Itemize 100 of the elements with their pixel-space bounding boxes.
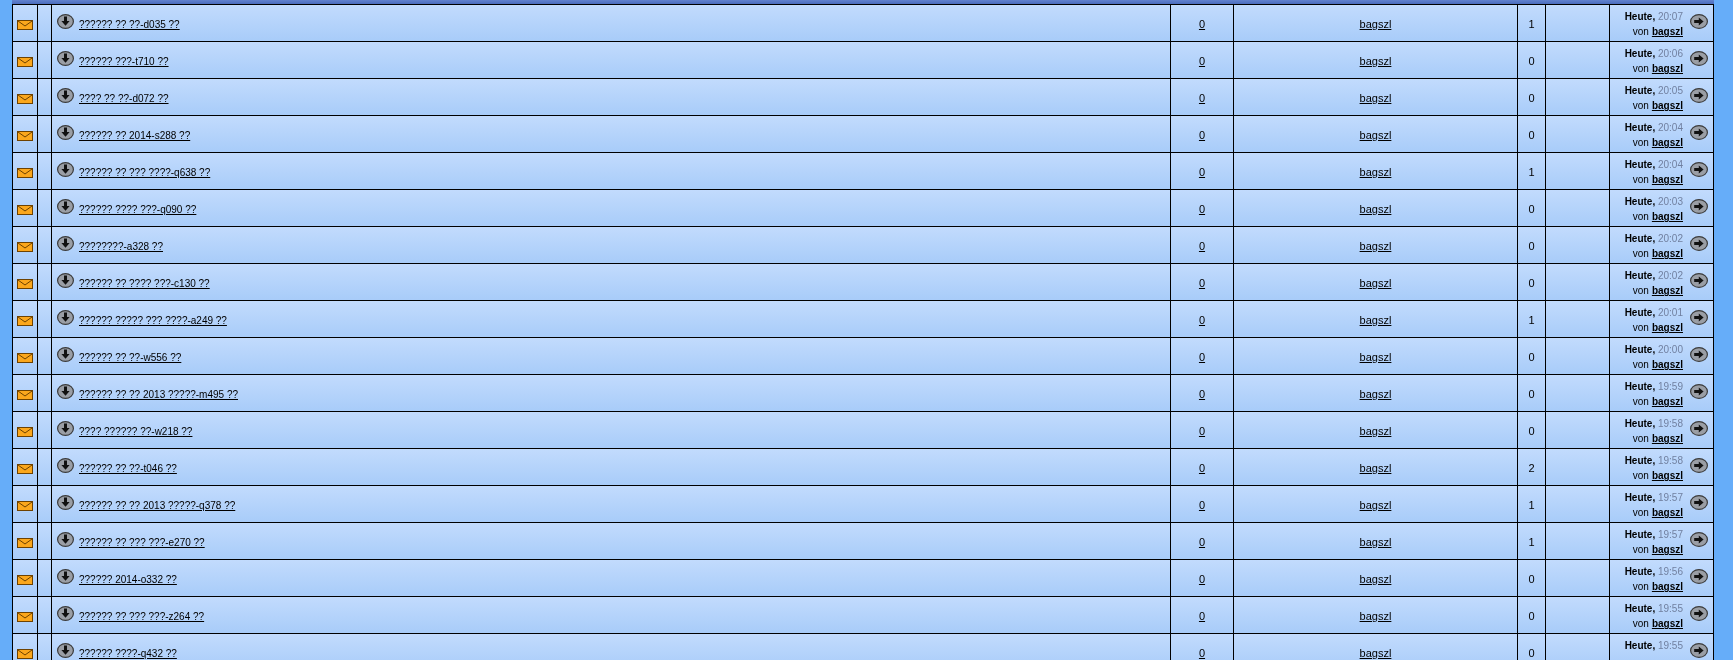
author-link[interactable]: bagszl bbox=[1359, 536, 1392, 548]
view-count: 0 bbox=[1528, 55, 1535, 67]
table-cell bbox=[1546, 264, 1609, 300]
reply-count-link[interactable]: 0 bbox=[1198, 55, 1206, 67]
by-label: von bbox=[1632, 247, 1649, 261]
reply-count-link[interactable]: 0 bbox=[1198, 425, 1206, 437]
thread-title-link[interactable]: ?????? ?? ??-t046 ?? bbox=[79, 463, 177, 474]
author-link[interactable]: bagszl bbox=[1359, 351, 1392, 363]
envelope-icon bbox=[17, 205, 33, 215]
last-poster-link[interactable]: bagszl bbox=[1651, 246, 1683, 261]
view-count: 0 bbox=[1528, 610, 1535, 622]
thread-title-link[interactable]: ?????? ???-t710 ?? bbox=[79, 56, 169, 67]
last-poster-link[interactable]: bagszl bbox=[1651, 320, 1683, 335]
last-poster-link[interactable]: bagszl bbox=[1651, 283, 1683, 298]
author-link[interactable]: bagszl bbox=[1359, 92, 1392, 104]
reply-count-link[interactable]: 0 bbox=[1198, 129, 1206, 141]
table-cell bbox=[38, 338, 51, 374]
reply-count-link[interactable]: 0 bbox=[1198, 647, 1206, 659]
author-link[interactable]: bagszl bbox=[1359, 203, 1392, 215]
thread-title-link[interactable]: ?????? ?? ???? ???-c130 ?? bbox=[79, 278, 210, 289]
thread-title-link[interactable]: ?????? ?? ??? ????-q638 ?? bbox=[79, 167, 211, 178]
thread-title-link[interactable]: ???? ?????? ??-w218 ?? bbox=[79, 426, 193, 437]
reply-count-link[interactable]: 0 bbox=[1198, 388, 1206, 400]
reply-count-link[interactable]: 0 bbox=[1198, 314, 1206, 326]
by-label: von bbox=[1632, 617, 1649, 631]
table-cell bbox=[1546, 523, 1609, 559]
reply-count-link[interactable]: 0 bbox=[1198, 277, 1206, 289]
author-link[interactable]: bagszl bbox=[1359, 462, 1392, 474]
author-link[interactable]: bagszl bbox=[1359, 425, 1392, 437]
last-poster-link[interactable]: bagszl bbox=[1651, 394, 1683, 409]
envelope-icon bbox=[17, 279, 33, 289]
reply-count-link[interactable]: 0 bbox=[1198, 240, 1206, 252]
last-poster-link[interactable]: bagszl bbox=[1651, 135, 1683, 150]
table-cell bbox=[1546, 597, 1609, 633]
thread-title-link[interactable]: ????????-a328 ?? bbox=[79, 241, 163, 252]
last-poster-link[interactable]: bagszl bbox=[1651, 24, 1683, 39]
thread-title-link[interactable]: ?????? ?? ??-w556 ?? bbox=[79, 352, 182, 363]
reply-count-link[interactable]: 0 bbox=[1198, 462, 1206, 474]
reply-count-link[interactable]: 0 bbox=[1198, 166, 1206, 178]
table-cell bbox=[1546, 153, 1609, 189]
last-poster-link[interactable]: bagszl bbox=[1651, 98, 1683, 113]
reply-count-link[interactable]: 0 bbox=[1198, 610, 1206, 622]
last-poster-link[interactable]: bagszl bbox=[1651, 468, 1683, 483]
by-label: von bbox=[1632, 358, 1649, 372]
last-post-date: Heute, 19:57 bbox=[1624, 528, 1683, 542]
table-cell bbox=[1546, 42, 1609, 78]
reply-count-link[interactable]: 0 bbox=[1198, 351, 1206, 363]
table-cell bbox=[1546, 412, 1609, 448]
last-post-date: Heute, 20:04 bbox=[1624, 121, 1683, 135]
table-cell bbox=[38, 560, 51, 596]
thread-title-link[interactable]: ?????? ?? ??-d035 ?? bbox=[79, 19, 180, 30]
last-poster-link[interactable]: bagszl bbox=[1651, 431, 1683, 446]
thread-title-link[interactable]: ?????? ?? ??? ???-e270 ?? bbox=[79, 537, 205, 548]
last-poster-link[interactable]: bagszl bbox=[1651, 579, 1683, 594]
author-link[interactable]: bagszl bbox=[1359, 55, 1392, 67]
thread-title-link[interactable]: ?????? ???? ???-q090 ?? bbox=[79, 204, 197, 215]
author-link[interactable]: bagszl bbox=[1359, 240, 1392, 252]
reply-count-link[interactable]: 0 bbox=[1198, 536, 1206, 548]
table-cell bbox=[1546, 190, 1609, 226]
thread-title-link[interactable]: ?????? ????? ??? ????-a249 ?? bbox=[79, 315, 227, 326]
view-count: 0 bbox=[1528, 92, 1535, 104]
by-label: von bbox=[1632, 580, 1649, 594]
thread-title-link[interactable]: ?????? ????-q432 ?? bbox=[79, 648, 177, 659]
author-link[interactable]: bagszl bbox=[1359, 314, 1392, 326]
thread-title-link[interactable]: ?????? ?? ??? ???-z264 ?? bbox=[79, 611, 205, 622]
author-link[interactable]: bagszl bbox=[1359, 388, 1392, 400]
thread-title-link[interactable]: ?????? ?? 2014-s288 ?? bbox=[79, 130, 191, 141]
last-poster-link[interactable]: bagszl bbox=[1651, 172, 1683, 187]
author-link[interactable]: bagszl bbox=[1359, 277, 1392, 289]
envelope-icon bbox=[17, 427, 33, 437]
last-post-date: Heute, 19:56 bbox=[1624, 565, 1683, 579]
author-link[interactable]: bagszl bbox=[1359, 129, 1392, 141]
thread-title-link[interactable]: ?????? ?? ?? 2013 ?????-q378 ?? bbox=[79, 500, 236, 511]
thread-title-link[interactable]: ???? ?? ??-d072 ?? bbox=[79, 93, 169, 104]
reply-count-link[interactable]: 0 bbox=[1198, 203, 1206, 215]
last-poster-link[interactable]: bagszl bbox=[1651, 542, 1683, 557]
author-link[interactable]: bagszl bbox=[1359, 573, 1392, 585]
thread-title-link[interactable]: ?????? ?? ?? 2013 ?????-m495 ?? bbox=[79, 389, 239, 400]
reply-count-link[interactable]: 0 bbox=[1198, 92, 1206, 104]
last-poster-link[interactable]: bagszl bbox=[1651, 357, 1683, 372]
author-link[interactable]: bagszl bbox=[1359, 18, 1392, 30]
last-poster-link[interactable]: bagszl bbox=[1651, 209, 1683, 224]
last-poster-link[interactable]: bagszl bbox=[1651, 505, 1683, 520]
author-link[interactable]: bagszl bbox=[1359, 499, 1392, 511]
author-link[interactable]: bagszl bbox=[1359, 610, 1392, 622]
last-poster-link[interactable]: bagszl bbox=[1651, 616, 1683, 631]
reply-count-link[interactable]: 0 bbox=[1198, 18, 1206, 30]
author-link[interactable]: bagszl bbox=[1359, 647, 1392, 659]
by-label: von bbox=[1632, 62, 1649, 76]
thread-title-link[interactable]: ?????? 2014-o332 ?? bbox=[79, 574, 177, 585]
view-count: 0 bbox=[1528, 351, 1535, 363]
table-cell bbox=[1546, 79, 1609, 115]
envelope-icon bbox=[17, 94, 33, 104]
reply-count-link[interactable]: 0 bbox=[1198, 573, 1206, 585]
by-label: von bbox=[1632, 173, 1649, 187]
reply-count-link[interactable]: 0 bbox=[1198, 499, 1206, 511]
author-link[interactable]: bagszl bbox=[1359, 166, 1392, 178]
table-cell bbox=[38, 412, 51, 448]
last-poster-link[interactable]: bagszl bbox=[1651, 61, 1683, 76]
table-cell bbox=[38, 301, 51, 337]
